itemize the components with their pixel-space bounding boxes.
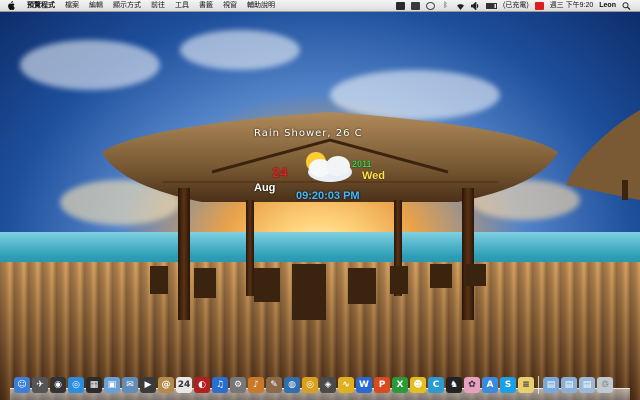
weather-condition: Rain Shower, 26 C [254, 128, 363, 139]
web-globe-icon[interactable]: ◍ [284, 377, 300, 393]
menubar-clock[interactable]: 週三 下午9:20 [547, 0, 597, 12]
apple-menu-icon[interactable] [0, 0, 22, 12]
app-menu-preview[interactable]: 預覽程式 [22, 0, 60, 12]
sketch-icon[interactable]: ✿ [464, 377, 480, 393]
chrome-icon[interactable]: ◎ [302, 377, 318, 393]
itunes-icon[interactable]: ♫ [212, 377, 228, 393]
facetime-icon[interactable]: ▶ [140, 377, 156, 393]
photo-booth-icon[interactable]: ◐ [194, 377, 210, 393]
app-store-icon[interactable]: A [482, 377, 498, 393]
wifi-icon[interactable] [456, 2, 465, 10]
garageband-icon[interactable]: ♪ [248, 377, 264, 393]
menu-tools[interactable]: 工具 [170, 0, 194, 12]
date-year: 2011 [352, 159, 372, 169]
date-day: 24 [272, 164, 288, 180]
trash-icon[interactable]: ♲ [597, 377, 613, 393]
word-icon[interactable]: W [356, 377, 372, 393]
skype-icon[interactable]: S [500, 377, 516, 393]
evernote-status-icon[interactable] [396, 1, 406, 10]
dropbox-status-icon[interactable] [411, 1, 421, 10]
menu-window[interactable]: 視窗 [218, 0, 242, 12]
documents-folder-icon[interactable]: ▤ [561, 377, 577, 393]
time-machine-icon[interactable] [426, 1, 436, 10]
menu-file[interactable]: 檔案 [60, 0, 84, 12]
menu-bar: 預覽程式 檔案 編輯 顯示方式 前往 工具 書籤 視窗 輔助說明 ᛒ (已充電)… [0, 0, 640, 12]
activity-monitor-icon[interactable]: ◈ [320, 377, 336, 393]
rain-shower-weather-icon [296, 150, 360, 186]
smiley-icon[interactable]: ☻ [410, 377, 426, 393]
spotlight-search-icon[interactable] [622, 1, 631, 10]
menu-help[interactable]: 輔助說明 [242, 0, 280, 12]
menu-edit[interactable]: 編輯 [84, 0, 108, 12]
menu-bookmarks[interactable]: 書籤 [194, 0, 218, 12]
side-hut-roof [566, 110, 640, 200]
powerpoint-icon[interactable]: P [374, 377, 390, 393]
volume-icon[interactable] [470, 0, 480, 11]
notes-icon[interactable]: ≡ [518, 377, 534, 393]
date-weekday: Wed [362, 170, 386, 182]
mission-control-icon[interactable]: ▦ [86, 377, 102, 393]
contacts-icon[interactable]: @ [158, 377, 174, 393]
applications-folder-icon[interactable]: ▤ [543, 377, 559, 393]
launchpad-icon[interactable]: ✈ [32, 377, 48, 393]
system-preferences-icon[interactable]: ⚙ [230, 377, 246, 393]
mail-icon[interactable]: ✉ [122, 377, 138, 393]
dock-items: ☺ ✈ ◉ ◎ ▦ ▣ ✉ ▶ @24 ◐ ♫ ⚙ ♪ ✎ ◍ ◎ ◈ ∿ W P X ☻ C ♞ ✿ A S ≡ ▤ ▤ ▤ ♲ [14, 376, 613, 394]
downloads-folder-icon[interactable]: ▤ [579, 377, 595, 393]
fish-icon[interactable]: ∿ [338, 377, 354, 393]
qq-penguin-icon[interactable]: ♞ [446, 377, 462, 393]
dashboard-icon[interactable]: ◉ [50, 377, 66, 393]
input-method-flag-icon[interactable] [534, 1, 544, 10]
excel-icon[interactable]: X [392, 377, 408, 393]
weather-clock-widget: Rain Shower, 26 C 24 Aug 2011 Wed 09:20:… [240, 124, 390, 206]
cloud [180, 30, 300, 70]
calculator-icon[interactable]: C [428, 377, 444, 393]
dock: ☺ ✈ ◉ ◎ ▦ ▣ ✉ ▶ @24 ◐ ♫ ⚙ ♪ ✎ ◍ ◎ ◈ ∿ W P X ☻ C ♞ ✿ A S ≡ ▤ ▤ ▤ ♲ [10, 374, 630, 400]
widget-clock-time: 09:20:03 PM [296, 190, 360, 202]
battery-status-label[interactable]: (已充電) [500, 0, 532, 12]
cloud [20, 40, 160, 90]
dock-separator [538, 376, 539, 394]
battery-icon[interactable] [486, 2, 498, 9]
pen-tool-icon[interactable]: ✎ [266, 377, 282, 393]
finder-icon[interactable]: ☺ [14, 377, 30, 393]
bluetooth-icon[interactable]: ᛒ [441, 2, 450, 10]
menu-view[interactable]: 顯示方式 [108, 0, 146, 12]
user-name[interactable]: Leon [596, 0, 619, 12]
date-month: Aug [254, 182, 276, 194]
menu-go[interactable]: 前往 [146, 0, 170, 12]
safari-icon[interactable]: ◎ [68, 377, 84, 393]
preview-icon[interactable]: ▣ [104, 377, 120, 393]
deck-chairs [150, 264, 486, 320]
calendar-icon[interactable]: 24 [176, 377, 192, 393]
